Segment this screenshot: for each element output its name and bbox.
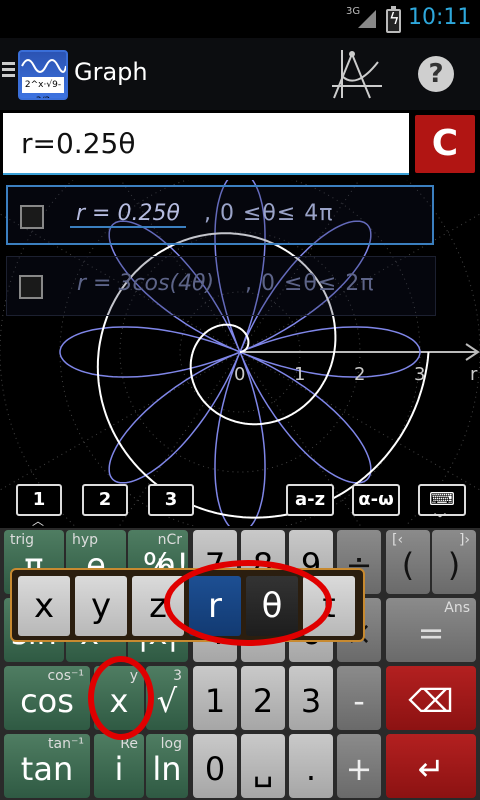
clock: 10:11	[408, 5, 472, 30]
clear-button[interactable]: C	[415, 115, 475, 173]
tab-1-indicator-icon: ︿	[32, 514, 45, 528]
function-row-2[interactable]: r = 3cos(4θ) , 0 ≤θ≤ 2π	[6, 256, 436, 316]
graph-mode-icon[interactable]	[328, 46, 384, 102]
popup-key-x[interactable]: x	[18, 576, 70, 636]
annotation-circle-r-theta	[164, 560, 332, 646]
tab-keyboard-2[interactable]: 2	[82, 484, 128, 516]
function-row-1[interactable]: r = 0.25θ , 0 ≤θ≤ 4π	[6, 185, 434, 245]
key-cos[interactable]: cos⁻¹ cos	[4, 666, 90, 730]
function-1-range: , 0 ≤θ≤ 4π	[204, 201, 334, 226]
key-plus[interactable]: +	[337, 734, 381, 798]
key-space[interactable]: ␣	[241, 734, 285, 798]
key-decimal[interactable]: .	[289, 734, 333, 798]
key-1[interactable]: 1	[193, 666, 237, 730]
expression-input[interactable]: r=0.25θ	[3, 113, 409, 175]
key-ln[interactable]: log ln	[146, 734, 188, 798]
menu-icon[interactable]	[2, 62, 15, 80]
function-2-checkbox[interactable]	[19, 275, 43, 299]
key-minus[interactable]: -	[337, 666, 381, 730]
collapse-keyboard-icon[interactable]: ﹀	[434, 510, 446, 527]
function-2-expression: r = 3cos(4θ)	[77, 271, 215, 296]
function-1-expression: r = 0.25θ	[70, 201, 186, 228]
help-button[interactable]: ?	[418, 56, 454, 92]
key-tan[interactable]: tan⁻¹ tan	[4, 734, 90, 798]
keyboard-tabs: 1 2 3 a-z α-ω ⌨ ︿ ﹀	[0, 484, 480, 528]
action-bar: 2^x·√9-3/2 Graph ?	[0, 38, 480, 110]
tab-keyboard-3[interactable]: 3	[148, 484, 194, 516]
key-0[interactable]: 0	[193, 734, 237, 798]
x-tick-3: 3	[414, 364, 425, 385]
function-1-checkbox[interactable]	[20, 205, 44, 229]
key-imaginary[interactable]: Re i	[94, 734, 144, 798]
x-tick-1: 1	[294, 364, 305, 385]
signal-icon	[358, 10, 376, 28]
enter-button[interactable]: ↵	[386, 734, 476, 798]
backspace-button[interactable]: ⌫	[386, 666, 476, 730]
x-tick-2: 2	[354, 364, 365, 385]
app-icon[interactable]: 2^x·√9-3/2	[18, 50, 68, 100]
key-equals[interactable]: Ans =	[386, 598, 476, 662]
app-title: Graph	[74, 58, 148, 86]
function-2-range: , 0 ≤θ≤ 2π	[245, 271, 375, 296]
key-close-paren[interactable]: ]›)	[432, 530, 476, 594]
key-2[interactable]: 2	[241, 666, 285, 730]
app-icon-expression: 2^x·√9-3/2	[22, 77, 64, 98]
key-open-paren[interactable]: [‹(	[386, 530, 430, 594]
key-3[interactable]: 3	[289, 666, 333, 730]
charging-icon: ϟ	[389, 9, 400, 28]
x-axis-label: r	[470, 364, 478, 385]
x-tick-0: 0	[234, 364, 245, 385]
annotation-circle-x-key	[88, 656, 154, 740]
popup-key-y[interactable]: y	[75, 576, 127, 636]
tab-greek-letters[interactable]: α-ω	[352, 484, 400, 516]
input-area: r=0.25θ C	[0, 110, 480, 180]
expression-value: r=0.25θ	[21, 127, 136, 160]
tab-latin-letters[interactable]: a-z	[286, 484, 334, 516]
status-bar: 3G ϟ 10:11	[0, 0, 480, 38]
